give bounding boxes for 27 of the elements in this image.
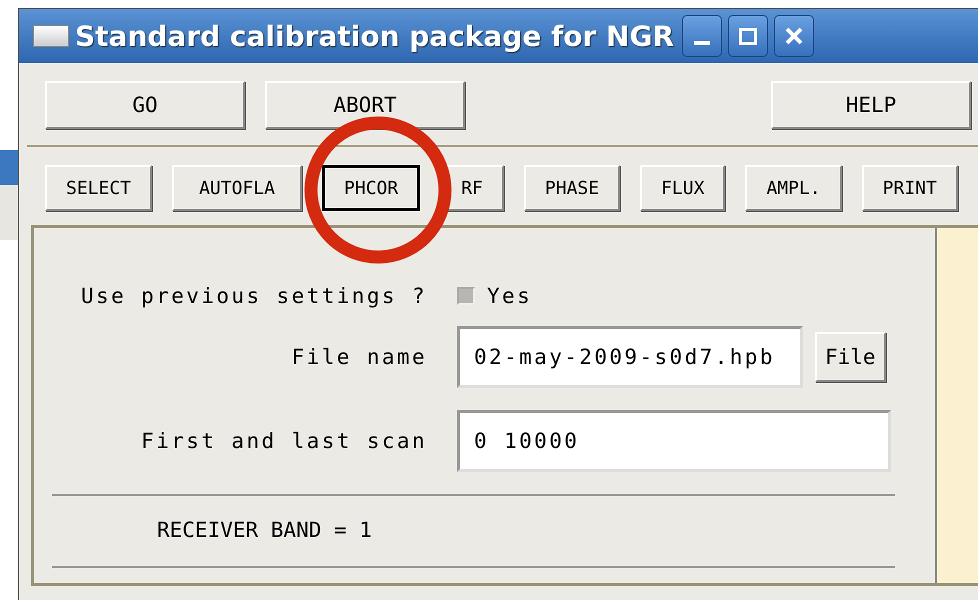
- tab[interactable]: AMPL.: [745, 165, 842, 211]
- maximize-button[interactable]: [728, 15, 768, 57]
- checkbox[interactable]: [457, 287, 475, 305]
- tab[interactable]: FLUX: [640, 165, 726, 211]
- tab[interactable]: SELECT: [45, 165, 152, 211]
- minimize-button[interactable]: [682, 15, 722, 57]
- toolbar-button[interactable]: GO: [45, 81, 245, 129]
- close-icon: [785, 27, 804, 45]
- status-text: RECEIVER BAND = 1: [157, 518, 372, 542]
- input-field[interactable]: 0 10000: [457, 410, 891, 472]
- field-label: Use previous settings ?: [80, 284, 427, 308]
- toolbar-button[interactable]: HELP: [771, 81, 971, 129]
- minimize-icon: [694, 41, 710, 45]
- input-field[interactable]: 02-may-2009-s0d7.hpb: [457, 326, 803, 388]
- tab[interactable]: PHASE: [524, 165, 620, 211]
- maximize-icon: [739, 28, 758, 44]
- tab[interactable]: PHCOR: [322, 165, 420, 211]
- field-label: First and last scan: [140, 429, 427, 453]
- tab[interactable]: PRINT: [862, 165, 958, 211]
- toolbar-button[interactable]: ABORT: [265, 81, 465, 129]
- tab[interactable]: AUTOFLA: [172, 165, 302, 211]
- window-icon: [33, 25, 69, 47]
- close-button[interactable]: [774, 15, 814, 57]
- field-label: File name: [290, 345, 427, 369]
- file-button[interactable]: File: [815, 332, 886, 382]
- window-title: Standard calibration package for NGR: [75, 20, 674, 52]
- checkbox-label: Yes: [487, 284, 532, 308]
